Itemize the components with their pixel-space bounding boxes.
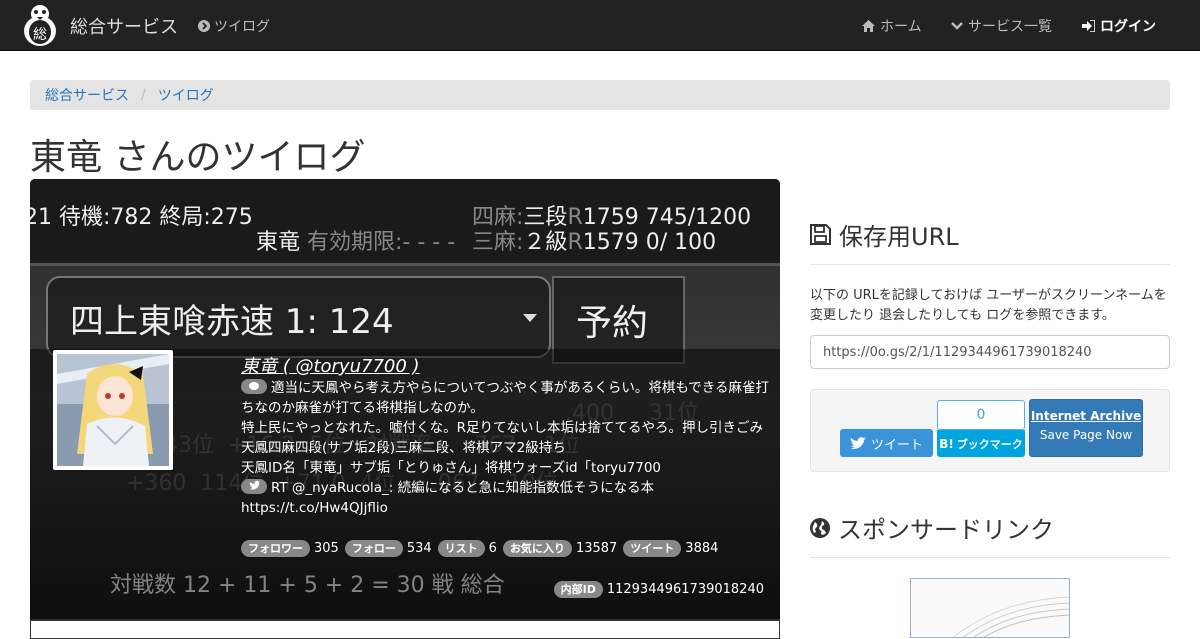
svg-text:総: 総 [33,27,47,43]
bio-line: 天鳳ID名「東竜」サブ垢「とりゅさん」将棋ウォーズid「toryu7700 [241,460,662,476]
bio-text: 適当に天鳳やら考え方やらについてつぶやく事があるくらい。将棋もできる麻雀打ちなの… [241,380,770,416]
banner-top-left-text: 21 待機:782 終局:275 [30,205,253,230]
stat-label-followers: フォロワー [241,540,310,557]
latest-tweet-text: RT @_nyaRucola_: 続編になると急に知能指数低そうになる本 htt… [241,480,655,516]
profile-card: 21 待機:782 終局:275 四麻:三段R1759 745/1200 東竜 … [30,179,780,639]
sponsored-ad-image[interactable] [910,578,1070,638]
nav-home-label: ホーム [880,19,922,35]
hatena-bookmark-count[interactable]: 0 [937,400,1025,430]
tweet-button-label: ツイート [870,437,923,453]
banner-reserve-text: 予約 [576,303,649,344]
stat-value-following: 534 [406,541,432,556]
chevron-down-icon [951,22,963,30]
stat-label-favorites: お気に入り [502,540,572,557]
comment-icon [241,379,267,394]
banner-expiry: 有効期限:- - - - [307,230,456,255]
twitter-bird-icon [241,479,267,494]
floppy-disk-icon [810,224,831,245]
card-footer [30,619,780,639]
breadcrumb: 総合サービス / ツイログ [30,80,1170,110]
nav-tsuilog-link[interactable]: ツイログ [198,16,270,36]
chevron-circle-right-icon [198,20,210,32]
avatar[interactable] [53,350,173,470]
divider [810,264,1170,265]
banner-name: 東竜 [256,230,301,255]
stat-value-lists: 6 [488,541,497,556]
user-screen-name-link[interactable]: 東竜 ( @toryu7700 ) [241,352,420,378]
nav-login-link[interactable]: ログイン [1082,16,1156,36]
internet-archive-subtitle: Save Page Now [1039,428,1133,442]
banner-room-text: 四上東喰赤速 1: 124 [70,302,394,342]
banner-sanma-stats: 1579 0/ 100 [582,230,717,255]
globe-icon [810,517,830,538]
banner-sanma: 三麻:２級R1579 0/ 100 [472,230,717,255]
sponsor-heading: スポンサードリンク [810,510,1054,545]
stat-label-following: フォロー [344,540,403,557]
navbar: 総 総合サービス ツイログ ホーム サービス一覧 ログイン [0,0,1200,51]
save-url-description: 以下の URLを記録しておけば ユーザーがスクリーンネームを変更したり 退会した… [810,288,1167,323]
stat-value-followers: 305 [314,541,339,556]
caret-down-icon [523,314,537,322]
stat-value-tweets: 3884 [685,541,719,556]
save-url-input[interactable] [810,335,1170,369]
penguin-logo-icon[interactable]: 総 [20,3,60,47]
home-icon [862,20,875,32]
save-url-heading: 保存用URL [810,217,959,252]
banner-sanma-rank: ２級 [523,230,568,255]
nav-services-label: サービス一覧 [968,19,1052,35]
internal-id: 内部ID 1129344961739018240 [553,581,764,598]
divider [810,557,1170,558]
sponsor-heading-text: スポンサードリンク [838,516,1054,544]
bio-line: 適当に天鳳やら考え方やらについてつぶやく事があるくらい。将棋もできる麻雀打ちなの… [241,378,771,418]
bio-line: 天鳳四麻四段(サブ垢2段)三麻二段、将棋アマ2級持ち [241,440,566,456]
internet-archive-title: Internet Archive [1030,409,1142,423]
nav-tsuilog-label: ツイログ [214,19,270,35]
brand-link[interactable]: 総合サービス [70,13,178,39]
hatena-b-icon: B! [939,436,954,451]
save-url-heading-text: 保存用URL [839,223,959,251]
internal-id-label: 内部ID [553,581,603,598]
banner-sanma-label: 三麻: [472,230,524,255]
stat-label-tweets: ツイート [623,540,682,557]
nav-home-link[interactable]: ホーム [862,16,922,36]
share-buttons: ツイート 0 B! ブックマーク Internet Archive Save P… [810,389,1170,472]
breadcrumb-item-tsuilog[interactable]: ツイログ [158,85,214,105]
banner-name-line: 東竜 有効期限:- - - - [256,224,455,256]
profile-bio: 適当に天鳳やら考え方やらについてつぶやく事があるくらい。将棋もできる麻雀打ちなの… [241,378,771,518]
profile-stats: フォロワー 305 フォロー 534 リスト 6 お気に入り 13587 ツイート 388… [241,540,724,557]
stat-label-lists: リスト [437,540,485,557]
nav-services-dropdown[interactable]: サービス一覧 [951,16,1052,36]
tweet-button[interactable]: ツイート [840,429,933,457]
avatar-image [57,354,169,466]
internal-id-value: 1129344961739018240 [606,582,764,597]
hatena-bookmark-label: ブックマーク [956,437,1023,451]
sign-in-icon [1082,20,1095,32]
banner-room-select: 四上東喰赤速 1: 124 [46,276,551,358]
nav-login-label: ログイン [1100,19,1156,35]
hatena-bookmark-button[interactable]: B! ブックマーク [937,430,1025,457]
breadcrumb-separator: / [141,87,146,103]
twitter-bird-icon [849,436,866,449]
internet-archive-button[interactable]: Internet Archive Save Page Now [1029,399,1143,457]
breadcrumb-item-home[interactable]: 総合サービス [45,85,129,105]
page-title: 東竜 さんのツイログ [30,137,366,178]
bio-line: 特上民にやっとなれた。嘘付くな。R足りてないし本垢は捨ててるやろ。押し引きごみ [241,420,763,436]
stat-value-favorites: 13587 [575,541,618,556]
latest-tweet: RT @_nyaRucola_: 続編になると急に知能指数低そうになる本 htt… [241,478,771,518]
banner-bottom-text: 対戦数 12 + 11 + 5 + 2 = 30 戦 総合 [110,573,505,598]
